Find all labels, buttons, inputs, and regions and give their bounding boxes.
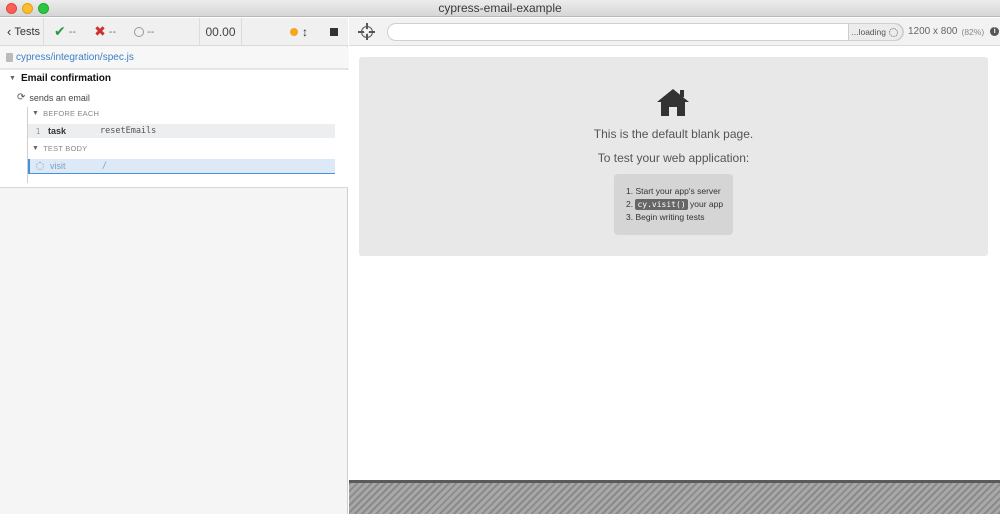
spec-path-bar: cypress/integration/spec.js xyxy=(0,47,348,69)
hooks: ▼ BEFORE EACH 1 task resetEmails ▼ TEST … xyxy=(27,107,335,183)
check-icon: ✔ xyxy=(54,23,66,39)
home-icon xyxy=(657,89,689,116)
close-window-button[interactable] xyxy=(6,3,17,14)
tests-button-label: Tests xyxy=(14,25,41,38)
duration: 00.00 xyxy=(200,17,242,46)
spinner-icon xyxy=(36,162,44,170)
suite-title-text: Email confirmation xyxy=(20,73,111,84)
command-task[interactable]: 1 task resetEmails xyxy=(28,124,335,138)
refresh-icon: ⟳ xyxy=(17,92,26,103)
passed-stat: ✔ -- xyxy=(54,23,76,40)
tests-button[interactable]: ‹ Tests xyxy=(0,17,44,46)
code-snippet: cy.visit() xyxy=(635,199,688,210)
passed-count: -- xyxy=(68,25,77,38)
command-message: resetEmails xyxy=(100,126,157,136)
caret-down-icon: ▼ xyxy=(32,110,40,117)
app-under-test-frame: This is the default blank page. To test … xyxy=(349,47,1000,480)
file-icon xyxy=(6,53,13,62)
auto-scroll-toggle-icon[interactable]: ↕ xyxy=(302,25,308,39)
loading-spinner-icon xyxy=(889,27,898,37)
running-indicator-icon xyxy=(290,27,298,36)
caret-down-icon: ▼ xyxy=(32,145,40,152)
stop-icon[interactable] xyxy=(330,27,338,36)
loading-label: ...loading xyxy=(851,27,887,37)
viewport-scale: (82%) xyxy=(961,26,985,37)
window-titlebar: cypress-email-example xyxy=(0,0,1000,17)
minimize-window-button[interactable] xyxy=(22,3,33,14)
circle-icon xyxy=(134,26,145,37)
command-name: task xyxy=(48,126,67,136)
info-icon[interactable]: i xyxy=(990,27,1000,36)
blank-page-panel: This is the default blank page. To test … xyxy=(359,57,988,256)
runner-header: ...loading 1200 x 800 (82%) i xyxy=(349,18,1000,46)
runnable-suite: ▼ Email confirmation ⟳ sends an email ▼ … xyxy=(0,70,348,188)
pending-count: -- xyxy=(147,25,155,38)
loading-indicator: ...loading xyxy=(847,23,903,41)
reporter-controls: ↕ xyxy=(242,18,348,46)
pending-stat: -- xyxy=(134,26,154,38)
blank-page-message: This is the default blank page. xyxy=(593,127,754,141)
command-number: 1 xyxy=(35,126,41,136)
command-visit[interactable]: visit / xyxy=(28,159,335,174)
hook-title-before-each[interactable]: ▼ BEFORE EACH xyxy=(32,109,99,118)
chevron-left-icon: ‹ xyxy=(7,24,12,39)
viewport-info[interactable]: 1200 x 800 (82%) i xyxy=(908,26,1000,37)
caret-down-icon: ▼ xyxy=(9,75,16,82)
test-title-text: sends an email xyxy=(29,92,90,103)
selector-playground-icon[interactable] xyxy=(358,23,375,40)
command-name: visit xyxy=(50,161,66,171)
suite-title[interactable]: ▼ Email confirmation xyxy=(9,73,111,84)
window-title: cypress-email-example xyxy=(438,1,562,15)
x-icon: ✖ xyxy=(94,23,106,39)
failed-stat: ✖ -- xyxy=(94,23,116,40)
spec-path-link[interactable]: cypress/integration/spec.js xyxy=(16,52,134,63)
reporter-header: ‹ Tests ✔ -- ✖ -- -- 00.00 ↕ xyxy=(0,17,348,46)
runner-pane: ...loading 1200 x 800 (82%) i This is th… xyxy=(349,18,1000,514)
reporter-pane: ‹ Tests ✔ -- ✖ -- -- 00.00 ↕ cypress/int… xyxy=(0,17,348,514)
blank-page-sub-message: To test your web application: xyxy=(597,151,750,165)
step-item: 1. Start your app's server xyxy=(626,186,721,196)
maximize-window-button[interactable] xyxy=(38,3,49,14)
viewport-size: 1200 x 800 xyxy=(908,26,958,37)
step-item: 3. Begin writing tests xyxy=(626,212,705,222)
viewport-overflow-area xyxy=(349,480,1000,514)
url-input[interactable]: ...loading xyxy=(387,23,904,41)
command-message: / xyxy=(102,161,108,171)
failed-count: -- xyxy=(108,25,117,38)
step-item: 2. cy.visit() your app xyxy=(626,199,724,210)
hook-title-test-body[interactable]: ▼ TEST BODY xyxy=(32,144,87,153)
getting-started-steps: 1. Start your app's server 2. cy.visit()… xyxy=(614,174,733,235)
stats: ✔ -- ✖ -- -- xyxy=(44,17,200,46)
test-title[interactable]: ⟳ sends an email xyxy=(17,92,90,103)
